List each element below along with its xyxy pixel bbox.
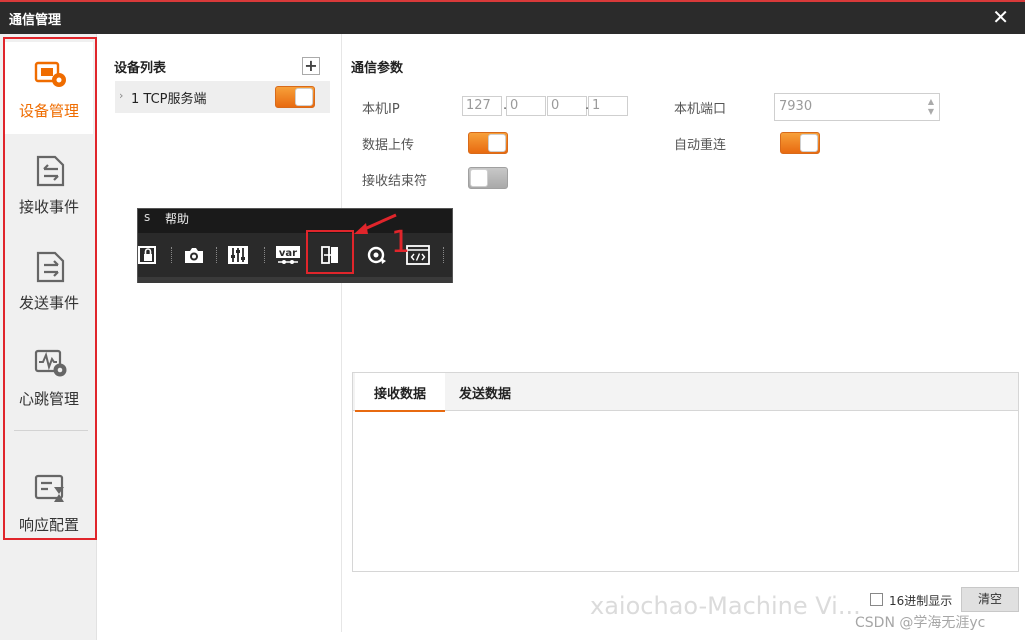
variable-icon-text: var — [279, 248, 297, 259]
overlay-bottom-strip — [138, 277, 452, 283]
add-device-button[interactable]: + — [302, 57, 320, 75]
nav-divider — [14, 430, 88, 431]
nav-item-label: 发送事件 — [18, 294, 79, 312]
data-tabs: 接收数据 发送数据 — [353, 373, 1018, 412]
device-list-title: 设备列表 — [114, 61, 167, 76]
nav-item-label: 接收事件 — [18, 198, 79, 216]
auto-reconnect-label: 自动重连 — [674, 138, 727, 153]
variable-icon[interactable]: var — [275, 244, 301, 266]
device-enable-toggle[interactable] — [275, 86, 315, 108]
nav-item-label: 响应配置 — [18, 516, 79, 534]
device-name: 1 TCP服务端 — [131, 92, 207, 107]
recv-terminator-toggle[interactable] — [468, 167, 508, 189]
nav-item-send-event[interactable]: 发送事件 — [5, 234, 93, 326]
nav-item-response-config[interactable]: 响应配置 — [5, 456, 93, 548]
annotation-box-1 — [306, 230, 354, 274]
local-port-label: 本机端口 — [674, 102, 727, 117]
heartbeat-settings-icon — [34, 349, 67, 377]
close-icon[interactable]: ✕ — [992, 5, 1009, 29]
lock-icon[interactable] — [138, 244, 162, 266]
send-event-icon — [36, 251, 65, 283]
nav-item-heartbeat-management[interactable]: 心跳管理 — [5, 330, 93, 422]
sliders-icon[interactable] — [226, 244, 250, 266]
chevron-right-icon[interactable]: › — [119, 89, 123, 102]
data-area: 接收数据 发送数据 — [352, 372, 1019, 572]
camera-icon[interactable] — [182, 244, 206, 266]
device-list-panel: 设备列表 + › 1 TCP服务端 — [97, 34, 342, 632]
toggle-knob — [800, 134, 818, 152]
overlay-menu-partial[interactable]: s — [144, 210, 150, 224]
toggle-knob — [295, 88, 313, 106]
tab-send-data[interactable]: 发送数据 — [445, 373, 525, 411]
nav-item-receive-event[interactable]: 接收事件 — [5, 138, 93, 230]
nav-item-label: 心跳管理 — [18, 390, 79, 408]
local-port-input[interactable]: 7930 ▲ ▼ — [774, 93, 940, 121]
response-config-icon — [34, 474, 64, 502]
toolbar-separator — [443, 247, 444, 263]
data-upload-label: 数据上传 — [362, 138, 415, 153]
nav-item-device-management[interactable]: 设备管理 — [5, 42, 93, 134]
toolbar-separator — [264, 247, 265, 263]
auto-reconnect-toggle[interactable] — [780, 132, 820, 154]
nav-item-label: 设备管理 — [18, 102, 79, 120]
tab-receive-data[interactable]: 接收数据 — [355, 373, 445, 412]
window-title: 通信管理 — [9, 13, 62, 28]
recv-terminator-label: 接收结束符 — [362, 174, 428, 189]
ip-octet-2[interactable]: 0 — [506, 96, 546, 116]
ip-octet-4[interactable]: 1 — [588, 96, 628, 116]
device-settings-icon — [34, 61, 66, 87]
title-bar: 通信管理 ✕ — [0, 0, 1025, 34]
ip-octet-1[interactable]: 127 — [462, 96, 502, 116]
params-title: 通信参数 — [351, 61, 404, 76]
toolbar-separator — [171, 247, 172, 263]
toolbar-screenshot-overlay: s 帮助 var 1 — [137, 208, 453, 283]
toggle-knob — [470, 169, 488, 187]
clear-button[interactable]: 清空 — [961, 587, 1019, 612]
watermark-csdn: CSDN @学海无涯yc — [855, 615, 986, 631]
overlay-menu-help[interactable]: 帮助 — [165, 210, 189, 227]
toggle-knob — [488, 134, 506, 152]
local-ip-label: 本机IP — [362, 102, 400, 117]
annotation-number-1: 1 — [391, 225, 411, 260]
spinner-arrows-icon[interactable]: ▲ ▼ — [928, 97, 934, 117]
hex-display-label: 16进制显示 — [889, 594, 953, 608]
receive-event-icon — [36, 155, 65, 187]
device-row[interactable]: › 1 TCP服务端 — [115, 81, 330, 113]
left-nav: 设备管理 接收事件 发送事件 心跳管理 响应配置 — [0, 34, 97, 640]
local-port-value: 7930 — [779, 99, 813, 114]
data-upload-toggle[interactable] — [468, 132, 508, 154]
ip-octet-3[interactable]: 0 — [547, 96, 587, 116]
hex-display-checkbox[interactable] — [870, 593, 883, 606]
watermark-main: xaiochao-Machine Vi... — [590, 592, 861, 620]
refresh-icon[interactable] — [364, 244, 388, 266]
toolbar-separator — [216, 247, 217, 263]
